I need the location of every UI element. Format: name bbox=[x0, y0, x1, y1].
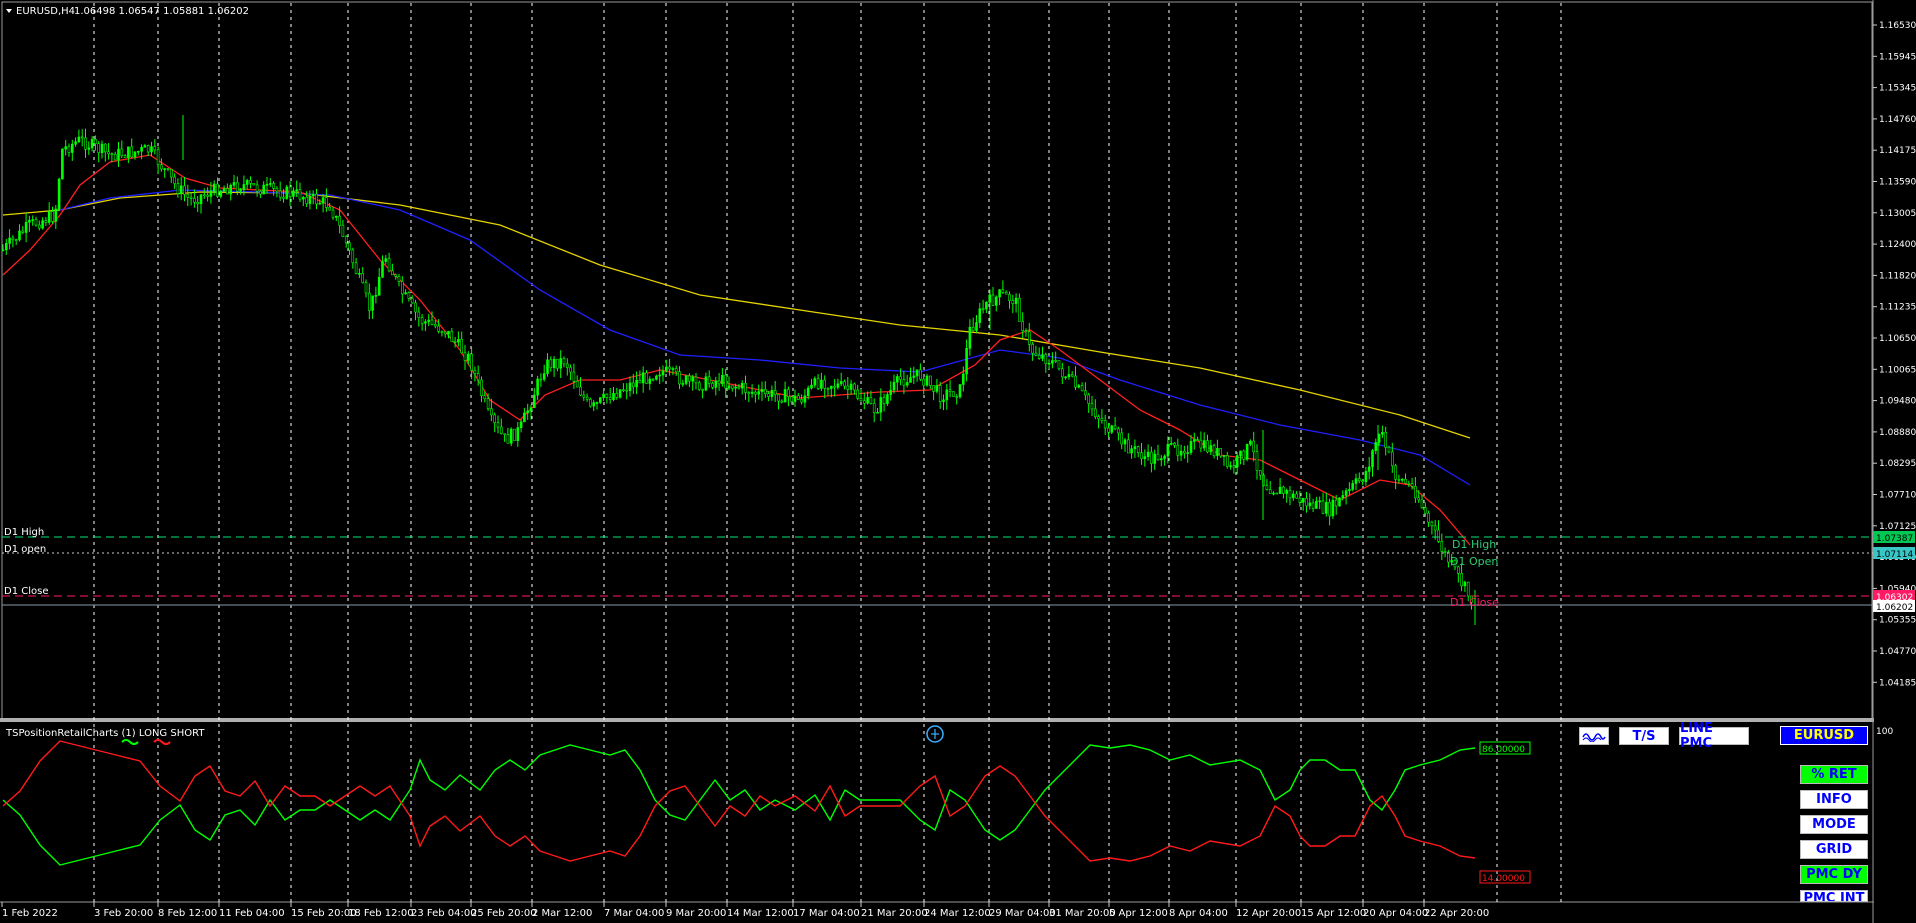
price-tick-label: 1.09480 bbox=[1879, 397, 1916, 407]
d1-close-label-right: D1 Close bbox=[1450, 596, 1499, 609]
chart-shift-marker[interactable] bbox=[926, 725, 944, 743]
price-tick-label: 1.14760 bbox=[1879, 115, 1916, 125]
time-tick-label: 21 Mar 20:00 bbox=[861, 908, 928, 919]
svg-text:14.00000: 14.00000 bbox=[1482, 874, 1525, 884]
d1-close-label-left: D1 Close bbox=[4, 586, 48, 597]
legend-short-mark bbox=[153, 739, 171, 745]
current-price-text: 1.06202 bbox=[1876, 603, 1913, 613]
price-tick-label: 1.15945 bbox=[1879, 52, 1916, 62]
price-tick-label: 1.16530 bbox=[1879, 21, 1916, 31]
d1-high-price-text: 1.07387 bbox=[1876, 534, 1913, 544]
wave-button[interactable] bbox=[1579, 727, 1609, 745]
time-tick-label: 2 Mar 12:00 bbox=[532, 908, 592, 919]
time-tick-label: 12 Apr 20:00 bbox=[1236, 908, 1301, 919]
price-axis: 1.16530 1.15945 1.15345 1.14760 1.14175 1.135… bbox=[1873, 21, 1916, 688]
price-tick-label: 1.13005 bbox=[1879, 209, 1916, 219]
ts-button[interactable]: T/S bbox=[1619, 727, 1669, 745]
time-tick-label: 15 Feb 20:00 bbox=[291, 908, 357, 919]
time-tick-label: 9 Mar 20:00 bbox=[666, 908, 726, 919]
time-tick-label: 8 Apr 04:00 bbox=[1169, 908, 1228, 919]
time-axis: 1 Feb 2022 3 Feb 20:00 8 Feb 12:00 11 Feb 0… bbox=[1, 902, 1489, 919]
pmc-dy-button[interactable]: PMC DY bbox=[1800, 865, 1868, 884]
time-tick-label: 31 Mar 20:00 bbox=[1049, 908, 1116, 919]
time-tick-label: 5 Apr 12:00 bbox=[1109, 908, 1168, 919]
time-tick-label: 3 Feb 20:00 bbox=[94, 908, 153, 919]
line-pmc-button[interactable]: LINE PMC bbox=[1679, 721, 1749, 751]
price-tick-label: 1.07125 bbox=[1879, 522, 1916, 532]
wave-icon bbox=[1582, 733, 1606, 742]
time-tick-label: 23 Feb 04:00 bbox=[411, 908, 477, 919]
price-tick-label: 1.12400 bbox=[1879, 240, 1916, 250]
price-tick-label: 1.05355 bbox=[1879, 616, 1916, 626]
d1-open-price-text: 1.07114 bbox=[1876, 550, 1913, 560]
mode-button[interactable]: MODE bbox=[1800, 815, 1868, 834]
chart-canvas[interactable]: 1.16530 1.15945 1.15345 1.14760 1.14175 1.135… bbox=[0, 0, 1916, 923]
grid-button[interactable]: GRID bbox=[1800, 840, 1868, 859]
price-tick-label: 1.04185 bbox=[1879, 678, 1916, 688]
price-tick-label: 1.14175 bbox=[1879, 146, 1916, 156]
short-percentage-line bbox=[2, 740, 1476, 862]
price-tick-label: 1.07710 bbox=[1879, 491, 1916, 501]
indicator-scale-max: 100 bbox=[1876, 727, 1893, 737]
long-value-tag: 86.00000 bbox=[1479, 741, 1531, 755]
price-tick-label: 1.11820 bbox=[1879, 271, 1916, 281]
pct-ret-button[interactable]: % RET bbox=[1800, 765, 1868, 784]
chart-ohlc: 1.06498 1.06547 1.05881 1.06202 bbox=[74, 6, 249, 17]
price-tick-label: 1.13590 bbox=[1879, 178, 1916, 188]
info-button[interactable]: INFO bbox=[1800, 790, 1868, 809]
long-percentage-line bbox=[2, 744, 1476, 866]
symbol-button[interactable]: EURUSD bbox=[1780, 726, 1868, 745]
time-tick-label: 20 Apr 04:00 bbox=[1363, 908, 1428, 919]
main-chart-frame bbox=[1, 1, 1873, 721]
price-tick-label: 1.15345 bbox=[1879, 84, 1916, 94]
time-tick-label: 17 Mar 04:00 bbox=[793, 908, 860, 919]
time-tick-label: 14 Mar 12:00 bbox=[727, 908, 794, 919]
short-value-tag: 14.00000 bbox=[1479, 870, 1531, 884]
indicator-title: TSPositionRetailCharts (1) LONG SHORT bbox=[5, 728, 205, 739]
price-tick-label: 1.08880 bbox=[1879, 428, 1916, 438]
chart-symbol: EURUSD,H4 bbox=[16, 6, 75, 17]
d1-high-label-right: D1 High bbox=[1452, 538, 1496, 551]
time-tick-label: 22 Apr 20:00 bbox=[1424, 908, 1489, 919]
d1-open-label-right: D1 Open bbox=[1450, 555, 1498, 568]
time-tick-label: 25 Feb 20:00 bbox=[471, 908, 537, 919]
price-tick-label: 1.04770 bbox=[1879, 647, 1916, 657]
price-tick-label: 1.08295 bbox=[1879, 459, 1916, 469]
time-tick-label: 18 Feb 12:00 bbox=[348, 908, 414, 919]
svg-text:86.00000: 86.00000 bbox=[1482, 745, 1525, 755]
time-tick-label: 15 Apr 12:00 bbox=[1301, 908, 1366, 919]
time-tick-label: 8 Feb 12:00 bbox=[158, 908, 217, 919]
legend-long-mark bbox=[121, 739, 139, 745]
time-tick-label: 11 Feb 04:00 bbox=[219, 908, 285, 919]
price-tick-label: 1.11235 bbox=[1879, 303, 1916, 313]
price-tick-label: 1.10065 bbox=[1879, 365, 1916, 375]
pmc-int-button[interactable]: PMC INT bbox=[1800, 890, 1868, 902]
time-tick-label: 29 Mar 04:00 bbox=[989, 908, 1056, 919]
time-tick-label: 24 Mar 12:00 bbox=[924, 908, 991, 919]
time-tick-label: 1 Feb 2022 bbox=[2, 908, 58, 919]
price-tick-label: 1.10650 bbox=[1879, 334, 1916, 344]
d1-open-label-left: D1 open bbox=[4, 544, 46, 555]
time-tick-label: 7 Mar 04:00 bbox=[604, 908, 664, 919]
d1-high-label-left: D1 High bbox=[4, 527, 44, 538]
